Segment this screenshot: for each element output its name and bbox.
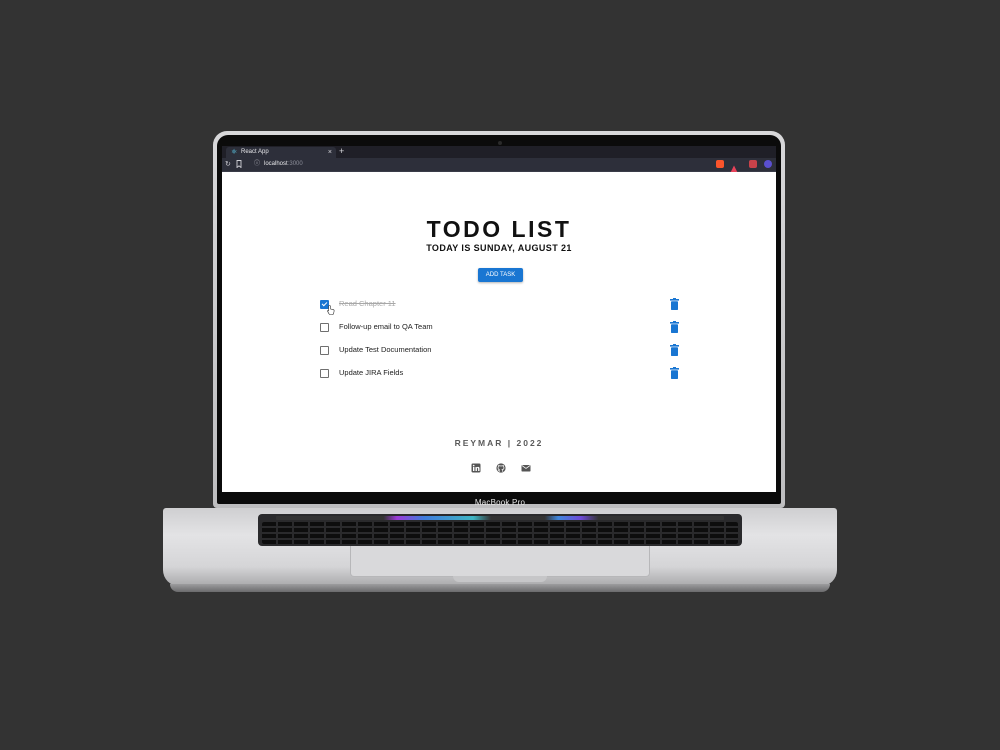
touch-bar [276,516,724,520]
task-checkbox[interactable] [320,369,329,378]
delete-icon[interactable] [670,367,679,379]
linkedin-icon[interactable] [471,463,481,473]
add-task-button[interactable]: ADD TASK [478,268,523,282]
task-checkbox[interactable] [320,346,329,355]
browser-tab[interactable]: ⚛ React App × [226,147,336,158]
date-subtitle: TODAY IS SUNDAY, AUGUST 21 [426,243,572,253]
task-item: Update JIRA Fields [320,365,682,388]
email-icon[interactable] [521,463,531,473]
delete-icon[interactable] [670,321,679,333]
task-label: Read Chapter 11 [339,299,396,308]
url-text: localhost:3000 [264,161,303,167]
brave-shield-icon[interactable] [716,160,724,168]
delete-icon[interactable] [670,298,679,310]
laptop-base-edge [170,584,830,592]
task-label: Update Test Documentation [339,345,432,354]
delete-icon[interactable] [670,344,679,356]
address-bar[interactable]: ⓘ localhost:3000 [246,160,706,169]
lid-opening-notch [453,576,547,582]
tab-strip: ⚛ React App × + [222,146,776,158]
task-list: Read Chapter 11 Follow-up email to QA Te… [320,296,682,388]
task-label: Follow-up email to QA Team [339,322,433,331]
webcam [498,141,502,145]
mouse-pointer-icon [327,305,335,315]
browser-toolbar: ↻ ⓘ localhost:3000 [222,158,776,173]
extension-icon[interactable] [749,160,757,168]
site-info-icon[interactable]: ⓘ [254,160,260,169]
reload-icon[interactable]: ↻ [225,160,231,169]
keyboard-keys [262,522,738,544]
brave-rewards-icon[interactable] [730,160,738,173]
tab-title: React App [241,149,269,155]
task-item: Update Test Documentation [320,342,682,365]
github-icon[interactable] [496,463,506,473]
task-item: Read Chapter 11 [320,296,682,319]
footer-credit: REYMAR | 2022 [454,438,544,448]
device-brand-label: MacBook Pro [474,498,526,507]
trackpad [350,546,650,577]
todo-app-page: TODO LIST TODAY IS SUNDAY, AUGUST 21 ADD… [222,172,776,492]
task-checkbox[interactable] [320,323,329,332]
bookmark-icon[interactable] [236,160,242,171]
profile-icon[interactable] [764,160,772,168]
tab-close-icon[interactable]: × [328,148,332,157]
react-icon: ⚛ [231,149,238,156]
new-tab-button[interactable]: + [339,146,344,157]
task-item: Follow-up email to QA Team [320,319,682,342]
laptop-mockup-scene: ⚛ React App × + ↻ ⓘ localhost:3000 TODO [0,0,1000,750]
task-label: Update JIRA Fields [339,368,404,377]
page-title: TODO LIST [426,216,572,242]
browser-window: ⚛ React App × + ↻ ⓘ localhost:3000 TODO [222,146,776,492]
